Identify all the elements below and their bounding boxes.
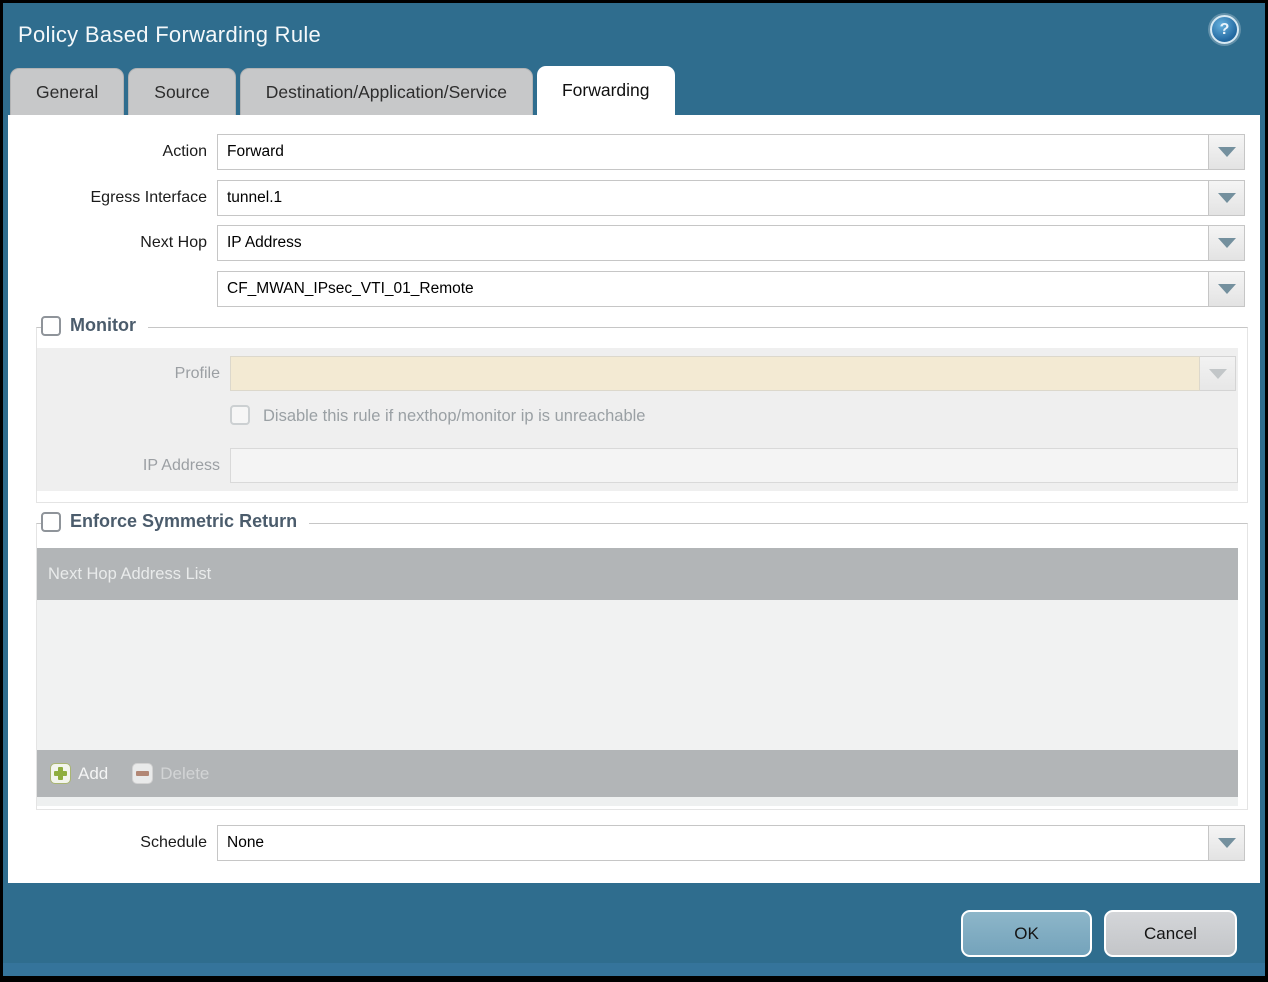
- next-hop-address-combo: CF_MWAN_IPsec_VTI_01_Remote: [217, 271, 1245, 307]
- profile-dropdown-button: [1200, 356, 1236, 391]
- chevron-down-icon: [1217, 147, 1236, 157]
- chevron-down-icon: [1217, 193, 1236, 203]
- next-hop-row: Next Hop IP Address: [8, 225, 1245, 261]
- action-label: Action: [162, 143, 207, 160]
- symmetric-return-section: Enforce Symmetric Return Next Hop Addres…: [36, 511, 1248, 810]
- egress-interface-label: Egress Interface: [90, 189, 208, 206]
- egress-interface-input[interactable]: tunnel.1: [217, 180, 1209, 216]
- next-hop-address-list-table: Next Hop Address List Add Delete: [37, 548, 1238, 806]
- egress-interface-row: Egress Interface tunnel.1: [8, 180, 1245, 216]
- dialog-title: Policy Based Forwarding Rule: [18, 21, 322, 47]
- monitor-ip-label: IP Address: [142, 457, 220, 474]
- chevron-down-icon: [1217, 238, 1236, 248]
- chevron-down-icon: [1217, 838, 1236, 848]
- bottom-accent-strip: [3, 963, 1265, 976]
- ok-button[interactable]: OK: [961, 910, 1092, 957]
- tab-general-label: General: [36, 81, 99, 102]
- monitor-legend-label: Monitor: [70, 315, 136, 335]
- delete-button-label: Delete: [160, 763, 210, 783]
- delete-button: Delete: [132, 763, 209, 784]
- title-bar: Policy Based Forwarding Rule ?: [3, 3, 1265, 66]
- plus-icon: [50, 763, 71, 784]
- chevron-down-icon: [1217, 284, 1236, 294]
- monitor-legend: Monitor: [41, 315, 148, 336]
- monitor-ip-input: [230, 448, 1238, 483]
- schedule-label: Schedule: [140, 834, 207, 851]
- disable-rule-row: Disable this rule if nexthop/monitor ip …: [230, 405, 645, 427]
- cancel-button[interactable]: Cancel: [1104, 910, 1237, 957]
- schedule-input[interactable]: None: [217, 825, 1209, 861]
- disable-rule-label: Disable this rule if nexthop/monitor ip …: [263, 407, 646, 425]
- chevron-down-icon: [1208, 368, 1227, 379]
- next-hop-label: Next Hop: [140, 234, 207, 251]
- action-row: Action Forward: [8, 134, 1245, 170]
- tab-destination-application-service[interactable]: Destination/Application/Service: [239, 68, 533, 115]
- action-input[interactable]: Forward: [217, 134, 1209, 170]
- table-body-empty: [37, 600, 1238, 750]
- next-hop-address-input[interactable]: CF_MWAN_IPsec_VTI_01_Remote: [217, 271, 1209, 307]
- symmetric-return-legend: Enforce Symmetric Return: [41, 511, 310, 532]
- tab-source[interactable]: Source: [128, 68, 236, 115]
- schedule-combo: None: [217, 825, 1245, 861]
- tab-forwarding[interactable]: Forwarding: [536, 66, 675, 115]
- forwarding-tab-panel: Action Forward Egress Interface tunnel.1: [8, 115, 1260, 883]
- help-icon: ?: [1219, 20, 1230, 38]
- profile-combo: [230, 356, 1236, 391]
- schedule-dropdown-button[interactable]: [1209, 825, 1245, 861]
- dialog-footer: OK Cancel: [3, 883, 1265, 963]
- monitor-ip-row: IP Address: [37, 448, 1238, 483]
- action-combo: Forward: [217, 134, 1245, 170]
- next-hop-input[interactable]: IP Address: [217, 225, 1209, 261]
- tab-bar: General Source Destination/Application/S…: [3, 66, 1265, 115]
- profile-input: [230, 356, 1200, 391]
- tab-general[interactable]: General: [10, 68, 125, 115]
- tab-forwarding-label: Forwarding: [561, 80, 650, 100]
- schedule-row: Schedule None: [8, 825, 1245, 861]
- disable-rule-checkbox: [230, 405, 250, 425]
- symmetric-return-legend-label: Enforce Symmetric Return: [70, 511, 298, 531]
- help-button[interactable]: ?: [1210, 15, 1239, 44]
- table-header: Next Hop Address List: [37, 548, 1238, 600]
- dialog-frame: Policy Based Forwarding Rule ? General S…: [0, 0, 1268, 982]
- egress-interface-combo: tunnel.1: [217, 180, 1245, 216]
- monitor-disabled-area: Profile Disable this rule if nexthop/mon…: [37, 348, 1238, 491]
- table-bottom-strip: [37, 797, 1238, 806]
- monitor-section: Monitor Profile Disable this rule if nex…: [36, 315, 1248, 503]
- egress-interface-dropdown-button[interactable]: [1209, 180, 1245, 216]
- profile-label: Profile: [174, 365, 220, 382]
- table-header-label: Next Hop Address List: [48, 564, 212, 583]
- next-hop-address-row: CF_MWAN_IPsec_VTI_01_Remote: [8, 271, 1245, 307]
- next-hop-dropdown-button[interactable]: [1209, 225, 1245, 261]
- next-hop-address-spacer: [8, 271, 217, 307]
- next-hop-combo: IP Address: [217, 225, 1245, 261]
- minus-icon: [132, 763, 154, 784]
- action-dropdown-button[interactable]: [1209, 134, 1245, 170]
- tab-source-label: Source: [154, 81, 210, 102]
- tab-destination-label: Destination/Application/Service: [265, 81, 507, 102]
- dialog-chrome: Policy Based Forwarding Rule ? General S…: [3, 3, 1265, 976]
- table-footer: Add Delete: [37, 750, 1238, 797]
- symmetric-return-checkbox[interactable]: [41, 511, 61, 532]
- next-hop-address-dropdown-button[interactable]: [1209, 271, 1245, 307]
- profile-row: Profile: [37, 356, 1236, 391]
- monitor-checkbox[interactable]: [41, 315, 61, 336]
- add-button[interactable]: Add: [50, 763, 108, 784]
- add-button-label: Add: [78, 763, 109, 783]
